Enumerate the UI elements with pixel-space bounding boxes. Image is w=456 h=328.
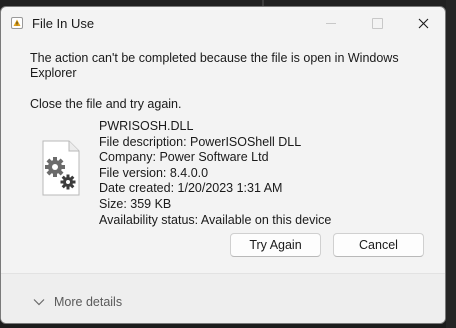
file-details: PWRISOSH.DLL File description: PowerISOS… — [99, 119, 331, 228]
file-name: PWRISOSH.DLL — [99, 119, 194, 133]
dialog-footer: More details — [1, 273, 445, 323]
try-again-button[interactable]: Try Again — [230, 233, 321, 257]
file-size: Size: 359 KB — [99, 196, 172, 211]
file-company: Company: Power Software Ltd — [99, 150, 269, 165]
file-in-use-dialog: File In Use The action can't be complete… — [0, 6, 446, 324]
minimize-button[interactable] — [308, 7, 354, 39]
dialog-instruction: Close the file and try again. — [30, 97, 182, 111]
more-details-toggle[interactable]: More details — [33, 295, 122, 309]
title-bar[interactable]: File In Use — [1, 7, 445, 39]
window-title: File In Use — [32, 16, 95, 31]
file-version: File version: 8.4.0.0 — [99, 165, 209, 180]
file-description: File description: PowerISOShell DLL — [99, 134, 302, 149]
dialog-message: The action can't be completed because th… — [30, 51, 399, 80]
close-button[interactable] — [400, 7, 445, 39]
minimize-icon — [326, 22, 336, 24]
maximize-button[interactable] — [354, 7, 400, 39]
file-date-created: Date created: 1/20/2023 1:31 AM — [99, 181, 283, 196]
cancel-button[interactable]: Cancel — [333, 233, 424, 257]
background-window-edge — [446, 0, 456, 328]
chevron-down-icon — [33, 299, 45, 306]
maximize-icon — [371, 17, 383, 29]
more-details-label: More details — [54, 295, 123, 309]
close-icon — [418, 18, 428, 28]
file-availability: Availability status: Available on this d… — [99, 212, 332, 227]
warning-app-icon — [11, 17, 23, 29]
dll-settings-file-icon — [42, 140, 80, 196]
